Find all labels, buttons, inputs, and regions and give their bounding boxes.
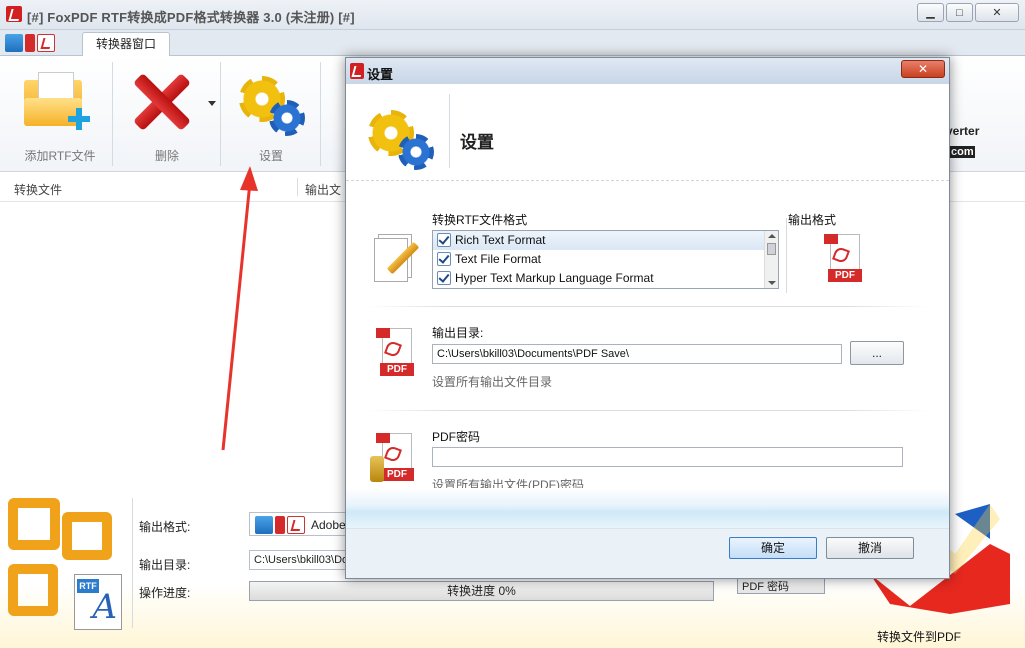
arrow-icon	[25, 34, 35, 52]
output-dir-label: 输出目录:	[432, 326, 484, 340]
brand-domain: com	[950, 146, 975, 158]
delete-x-icon	[133, 74, 189, 130]
divider	[449, 94, 450, 168]
output-format-select[interactable]: Adobe	[249, 512, 349, 536]
col-file[interactable]: 转换文件	[14, 181, 62, 198]
window-controls: ▁ □ ✕	[917, 3, 1019, 22]
browse-button[interactable]: ...	[850, 341, 904, 365]
scroll-up-icon[interactable]	[768, 234, 776, 238]
scroll-down-icon[interactable]	[768, 281, 776, 285]
list-item[interactable]: Rich Text Format	[433, 231, 778, 250]
progress-bar: 转换进度 0%	[249, 581, 714, 601]
red-annotation-arrow-icon	[221, 166, 258, 451]
output-dir-label: 输出目录:	[139, 558, 191, 572]
close-button[interactable]: ✕	[975, 3, 1019, 22]
divider	[368, 306, 928, 307]
scroll-thumb[interactable]	[767, 243, 776, 255]
dialog-title: 设置	[367, 67, 394, 82]
toolbar-separator	[220, 62, 221, 166]
dialog-footer: 确定 撤消	[346, 528, 949, 578]
dialog-header: 设置	[346, 84, 949, 181]
rtf-to-pdf-icon	[255, 516, 305, 534]
gear-icon	[239, 76, 309, 136]
rtf-document-icon: RTF A	[74, 574, 122, 630]
dialog-titlebar: 设置 ✕	[346, 58, 949, 84]
pdf-folder-icon: PDF	[376, 328, 416, 376]
format-checklist[interactable]: Rich Text Format Text File Format Hyper …	[432, 230, 779, 289]
decorative-wave	[346, 488, 949, 528]
output-dir-input[interactable]: C:\Users\bkill03\Documents\PDF Save\	[432, 344, 842, 364]
add-folder-icon	[24, 72, 90, 130]
minimize-button[interactable]: ▁	[917, 3, 944, 22]
convert-to-pdf-label: 转换文件到PDF	[877, 630, 962, 644]
pdf-password-label: PDF密码	[432, 430, 481, 444]
list-item[interactable]: Hyper Text Markup Language Format	[433, 269, 778, 288]
settings-dialog: 设置 ✕ 设置 转换RTF文件格式 Rich Text Format Text …	[345, 57, 950, 579]
delete-label: 删除	[154, 149, 179, 163]
output-format-label: 输出格式	[788, 213, 837, 227]
checkbox[interactable]	[437, 271, 451, 285]
output-dir-field[interactable]: C:\Users\bkill03\Do	[249, 550, 349, 570]
progress-label: 操作进度:	[139, 586, 191, 600]
output-dir-hint: 设置所有输出文件目录	[432, 375, 553, 389]
tab-converter-window[interactable]: 转换器窗口	[82, 32, 170, 57]
checkbox[interactable]	[437, 252, 451, 266]
output-format-value: Adobe	[311, 518, 346, 532]
window-title: [#] FoxPDF RTF转换成PDF格式转换器 3.0 (未注册) [#]	[27, 10, 355, 25]
col-output[interactable]: 输出文	[305, 181, 341, 198]
pdf-app-icon	[350, 63, 364, 79]
cancel-button[interactable]: 撤消	[826, 537, 914, 559]
delete-dropdown-chevron-icon[interactable]	[208, 101, 216, 106]
document-pen-icon	[374, 234, 420, 286]
rtf-to-pdf-menu-icon[interactable]	[5, 33, 77, 53]
divider	[786, 218, 787, 293]
main-titlebar: [#] FoxPDF RTF转换成PDF格式转换器 3.0 (未注册) [#] …	[0, 0, 1025, 30]
pdf-password-input[interactable]	[432, 447, 903, 467]
tab-bar: 转换器窗口	[0, 30, 1025, 57]
key-icon	[370, 456, 384, 482]
checkbox[interactable]	[437, 233, 451, 247]
gear-icon	[368, 110, 438, 170]
maximize-button[interactable]: □	[946, 3, 973, 22]
pdf-app-icon	[6, 6, 22, 22]
office-rtf-logo-icon: RTF A	[8, 498, 122, 630]
format-section-label: 转换RTF文件格式	[432, 213, 528, 227]
list-item[interactable]: Text File Format	[433, 250, 778, 269]
add-rtf-label: 添加RTF文件	[24, 149, 96, 163]
settings-button[interactable]: 设置	[222, 60, 320, 168]
toolbar-separator	[112, 62, 113, 166]
pdf-file-icon: PDF	[824, 234, 864, 282]
dialog-close-button[interactable]: ✕	[901, 60, 945, 78]
column-divider[interactable]	[297, 178, 298, 196]
divider	[368, 410, 928, 411]
toolbar-separator	[320, 62, 321, 166]
brand-text: verter	[946, 124, 980, 138]
rtf-icon	[5, 34, 23, 52]
divider	[132, 498, 133, 628]
ok-button[interactable]: 确定	[729, 537, 817, 559]
output-format-label: 输出格式:	[139, 520, 191, 534]
pdf-icon	[37, 34, 55, 52]
add-rtf-button[interactable]: 添加RTF文件	[10, 60, 110, 168]
list-scrollbar[interactable]	[764, 231, 778, 288]
dialog-heading: 设置	[460, 133, 494, 152]
